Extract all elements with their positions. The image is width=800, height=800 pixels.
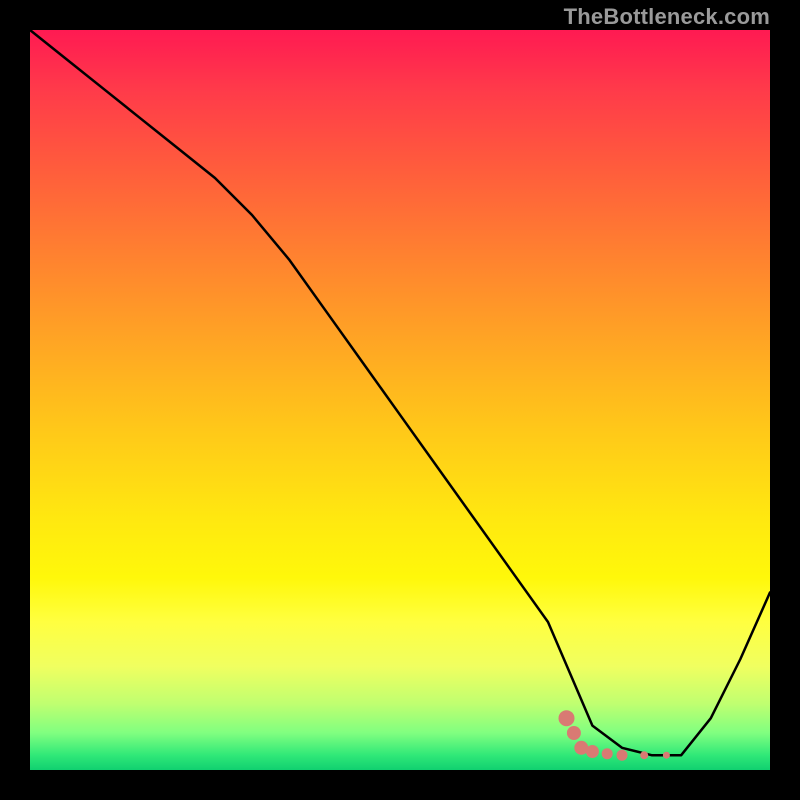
watermark-text: TheBottleneck.com: [564, 4, 770, 30]
marker-dot: [617, 750, 628, 761]
marker-dot: [602, 748, 613, 759]
marker-dot: [559, 710, 575, 726]
chart-frame: TheBottleneck.com: [0, 0, 800, 800]
marker-dot: [567, 726, 581, 740]
marker-dot: [663, 752, 670, 759]
bottleneck-curve: [30, 30, 770, 770]
marker-dot: [640, 751, 648, 759]
marker-dot: [586, 745, 599, 758]
plot-area: [30, 30, 770, 770]
